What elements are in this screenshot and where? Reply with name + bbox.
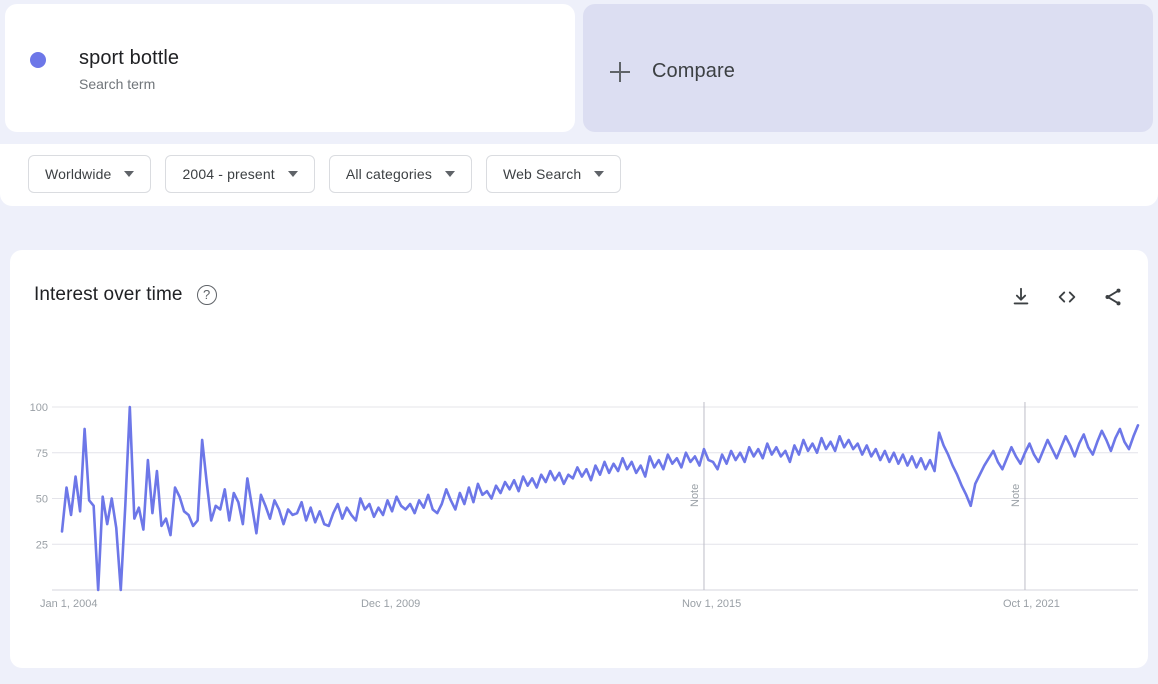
filter-time-range-label: 2004 - present: [182, 166, 274, 182]
note-marker-label[interactable]: Note: [689, 484, 701, 507]
search-term-subtitle: Search term: [79, 74, 179, 94]
y-axis-tick-label: 25: [36, 539, 48, 551]
search-term-card[interactable]: sport bottle Search term: [5, 4, 575, 132]
note-marker-label[interactable]: Note: [1010, 484, 1022, 507]
filter-search-type-label: Web Search: [503, 166, 581, 182]
google-trends-page: sport bottle Search term Compare Worldwi…: [0, 0, 1158, 684]
filter-category[interactable]: All categories: [329, 155, 472, 193]
chevron-down-icon: [288, 171, 298, 177]
search-term-texts: sport bottle Search term: [79, 46, 179, 94]
filter-bar: Worldwide 2004 - present All categories …: [0, 144, 1158, 206]
compare-button[interactable]: Compare: [583, 4, 1153, 132]
x-axis-tick-label: Jan 1, 2004: [40, 598, 98, 610]
search-term-content: sport bottle Search term: [30, 46, 179, 94]
x-axis-tick-label: Oct 1, 2021: [1003, 598, 1060, 610]
filter-time-range[interactable]: 2004 - present: [165, 155, 314, 193]
interest-over-time-card: Interest over time ?: [10, 250, 1148, 668]
y-axis-tick-label: 75: [36, 448, 48, 460]
filter-search-type[interactable]: Web Search: [486, 155, 621, 193]
filter-category-label: All categories: [346, 166, 432, 182]
chevron-down-icon: [124, 171, 134, 177]
y-axis-tick-label: 100: [30, 402, 48, 414]
search-term-row: sport bottle Search term Compare: [0, 0, 1158, 136]
series-color-dot: [30, 52, 46, 68]
filter-location[interactable]: Worldwide: [28, 155, 151, 193]
x-axis-tick-label: Nov 1, 2015: [682, 598, 741, 610]
y-axis-tick-label: 50: [36, 494, 48, 506]
filter-pills: Worldwide 2004 - present All categories …: [28, 155, 621, 193]
plus-icon: [610, 62, 630, 82]
compare-content: Compare: [610, 60, 735, 83]
compare-label: Compare: [652, 60, 735, 83]
search-term-title: sport bottle: [79, 46, 179, 70]
chevron-down-icon: [594, 171, 604, 177]
chart-svg: 100 75 50 25 Note Note Jan 1, 2004 Dec 1, 2009 N…: [10, 250, 1148, 668]
x-axis-tick-label: Dec 1, 2009: [361, 598, 420, 610]
filter-location-label: Worldwide: [45, 166, 111, 182]
chevron-down-icon: [445, 171, 455, 177]
interest-over-time-chart[interactable]: 100 75 50 25 Note Note Jan 1, 2004 Dec 1, 2009 N…: [10, 250, 1148, 668]
